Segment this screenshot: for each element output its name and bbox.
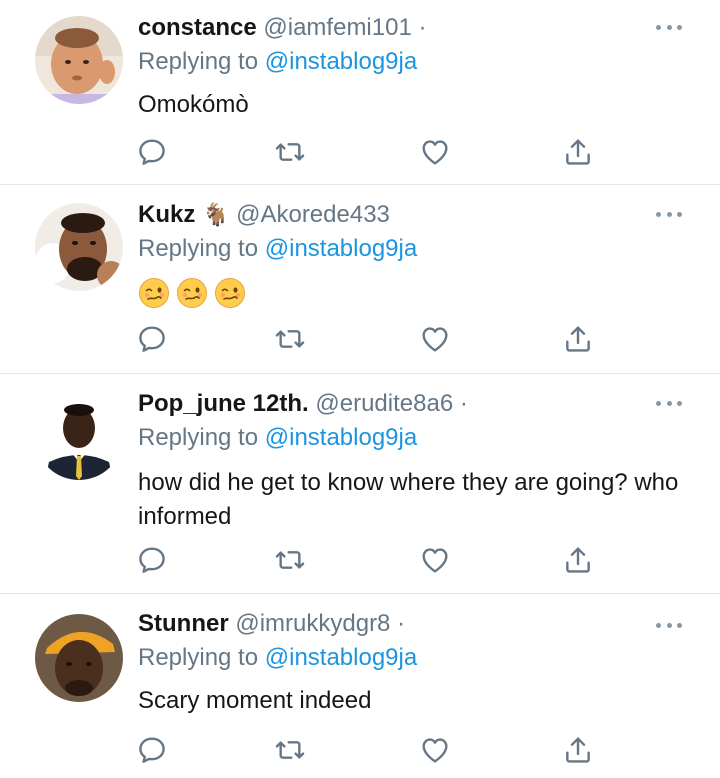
reply-tweet[interactable]: Pop_june 12th. @erudite8a6 · Replying to… [0, 374, 720, 594]
handle-separator: · [418, 14, 427, 41]
avatar-image [35, 392, 123, 480]
tweet-actions [136, 323, 596, 355]
avatar[interactable] [35, 16, 123, 104]
tweet-header: Kukz 🐐 @Akorede433 [138, 199, 630, 231]
tweet-header: constance @iamfemi101 · [138, 12, 630, 44]
handle-separator: · [397, 610, 406, 637]
reply-bubble-icon[interactable] [136, 734, 168, 766]
more-dots-icon[interactable] [656, 620, 682, 630]
tweet-actions [136, 544, 596, 576]
replying-to: Replying to @instablog9ja [138, 46, 417, 78]
tweet-actions [136, 734, 596, 766]
avatar-image [35, 16, 123, 104]
tweet-header: Pop_june 12th. @erudite8a6 · [138, 388, 630, 420]
replying-to-mention[interactable]: @instablog9ja [265, 48, 417, 75]
user-handle[interactable]: @erudite8a6 [315, 390, 453, 417]
user-handle[interactable]: @Akorede433 [236, 201, 390, 228]
replying-to: Replying to @instablog9ja [138, 233, 417, 265]
avatar[interactable] [35, 614, 123, 702]
heart-icon[interactable] [419, 136, 451, 168]
replying-to-label: Replying to [138, 48, 259, 75]
heart-icon[interactable] [419, 734, 451, 766]
tweet-emojis [138, 277, 690, 309]
avatar[interactable] [35, 203, 123, 291]
goat-emoji: 🐐 [202, 202, 230, 227]
reply-bubble-icon[interactable] [136, 323, 168, 355]
share-icon[interactable] [562, 323, 594, 355]
reply-tweet[interactable]: Kukz 🐐 @Akorede433 Replying to @instablo… [0, 185, 720, 374]
tweet-text: how did he get to know where they are go… [138, 469, 679, 530]
handle-separator: · [459, 390, 468, 417]
reply-tweet[interactable]: constance @iamfemi101 · Replying to @ins… [0, 0, 720, 185]
replying-to-mention[interactable]: @instablog9ja [265, 644, 417, 671]
tweet-actions [136, 136, 596, 168]
replying-to: Replying to @instablog9ja [138, 422, 417, 454]
reply-tweet[interactable]: Stunner @imrukkydgr8 · Replying to @inst… [0, 594, 720, 778]
display-name[interactable]: Kukz [138, 201, 195, 228]
avatar-image [35, 203, 123, 291]
share-icon[interactable] [562, 136, 594, 168]
tweet-text: Scary moment indeed [138, 687, 372, 714]
tweet-header: Stunner @imrukkydgr8 · [138, 608, 630, 640]
retweet-icon[interactable] [274, 544, 306, 576]
retweet-icon[interactable] [274, 323, 306, 355]
heart-icon[interactable] [419, 544, 451, 576]
replying-to-mention[interactable]: @instablog9ja [265, 424, 417, 451]
more-dots-icon[interactable] [656, 209, 682, 219]
more-dots-icon[interactable] [656, 22, 682, 32]
heart-icon[interactable] [419, 323, 451, 355]
woozy-face-emoji [176, 277, 208, 309]
woozy-face-emoji [214, 277, 246, 309]
replying-to: Replying to @instablog9ja [138, 642, 417, 674]
retweet-icon[interactable] [274, 136, 306, 168]
reply-bubble-icon[interactable] [136, 544, 168, 576]
share-icon[interactable] [562, 544, 594, 576]
retweet-icon[interactable] [274, 734, 306, 766]
reply-bubble-icon[interactable] [136, 136, 168, 168]
replying-to-label: Replying to [138, 424, 259, 451]
more-dots-icon[interactable] [656, 398, 682, 408]
avatar-image [35, 614, 123, 702]
replying-to-label: Replying to [138, 644, 259, 671]
display-name[interactable]: constance [138, 14, 257, 41]
woozy-face-emoji [138, 277, 170, 309]
replying-to-mention[interactable]: @instablog9ja [265, 235, 417, 262]
replying-to-label: Replying to [138, 235, 259, 262]
user-handle[interactable]: @iamfemi101 [263, 14, 411, 41]
display-name[interactable]: Pop_june 12th. [138, 390, 309, 417]
share-icon[interactable] [562, 734, 594, 766]
avatar[interactable] [35, 392, 123, 480]
user-handle[interactable]: @imrukkydgr8 [235, 610, 390, 637]
display-name[interactable]: Stunner [138, 610, 229, 637]
tweet-text: Omokómò [138, 91, 249, 118]
